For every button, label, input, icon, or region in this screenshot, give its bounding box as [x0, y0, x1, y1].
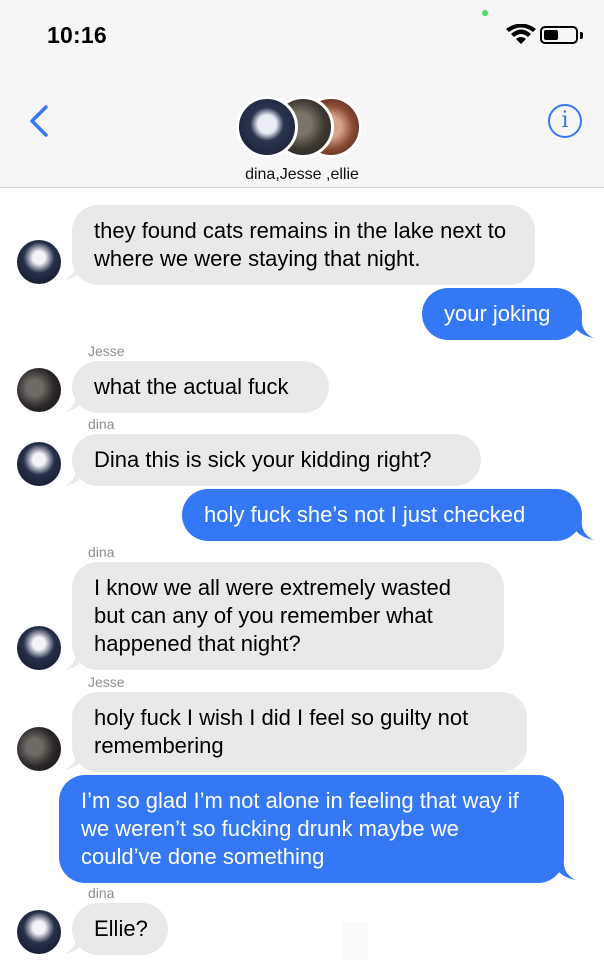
avatar[interactable]: [17, 626, 61, 670]
message-bubble[interactable]: what the actual fuck: [72, 361, 329, 413]
message-bubble-outgoing[interactable]: your joking: [422, 288, 582, 340]
avatar[interactable]: [17, 727, 61, 771]
chevron-left-icon[interactable]: [26, 104, 50, 138]
sender-name: dina: [88, 544, 115, 560]
battery-tip: [580, 32, 583, 39]
status-bar: 10:16: [0, 0, 604, 70]
info-icon[interactable]: i: [548, 104, 582, 138]
message-bubble-outgoing[interactable]: holy fuck she’s not I just checked: [182, 489, 582, 541]
sender-name: dina: [88, 416, 115, 432]
avatar[interactable]: [17, 240, 61, 284]
bubble-tail: [572, 316, 594, 338]
avatar-dina: [236, 96, 298, 158]
avatar[interactable]: [17, 368, 61, 412]
message-bubble-outgoing[interactable]: I’m so glad I’m not alone in feeling tha…: [59, 775, 564, 883]
group-avatars[interactable]: [236, 96, 362, 160]
message-bubble[interactable]: holy fuck I wish I did I feel so guilty …: [72, 692, 527, 772]
battery-icon: [540, 26, 578, 44]
wifi-icon: [506, 24, 536, 44]
avatar[interactable]: [17, 910, 61, 954]
group-name[interactable]: dina,Jesse ,ellie: [0, 166, 604, 184]
bubble-tail: [554, 858, 576, 880]
home-indicator-area: [342, 922, 368, 960]
message-bubble[interactable]: Ellie?: [72, 903, 168, 955]
privacy-indicator-dot: [482, 10, 488, 16]
message-bubble[interactable]: I know we all were extremely wasted but …: [72, 562, 504, 670]
conversation-header: dina,Jesse ,ellie i: [0, 70, 604, 188]
message-bubble[interactable]: they found cats remains in the lake next…: [72, 205, 535, 285]
sender-name: dina: [88, 885, 115, 901]
avatar[interactable]: [17, 442, 61, 486]
sender-name: Jesse: [88, 343, 125, 359]
status-time: 10:16: [47, 22, 107, 48]
message-bubble[interactable]: Dina this is sick your kidding right?: [72, 434, 481, 486]
bubble-tail: [572, 518, 594, 540]
sender-name: Jesse: [88, 674, 125, 690]
